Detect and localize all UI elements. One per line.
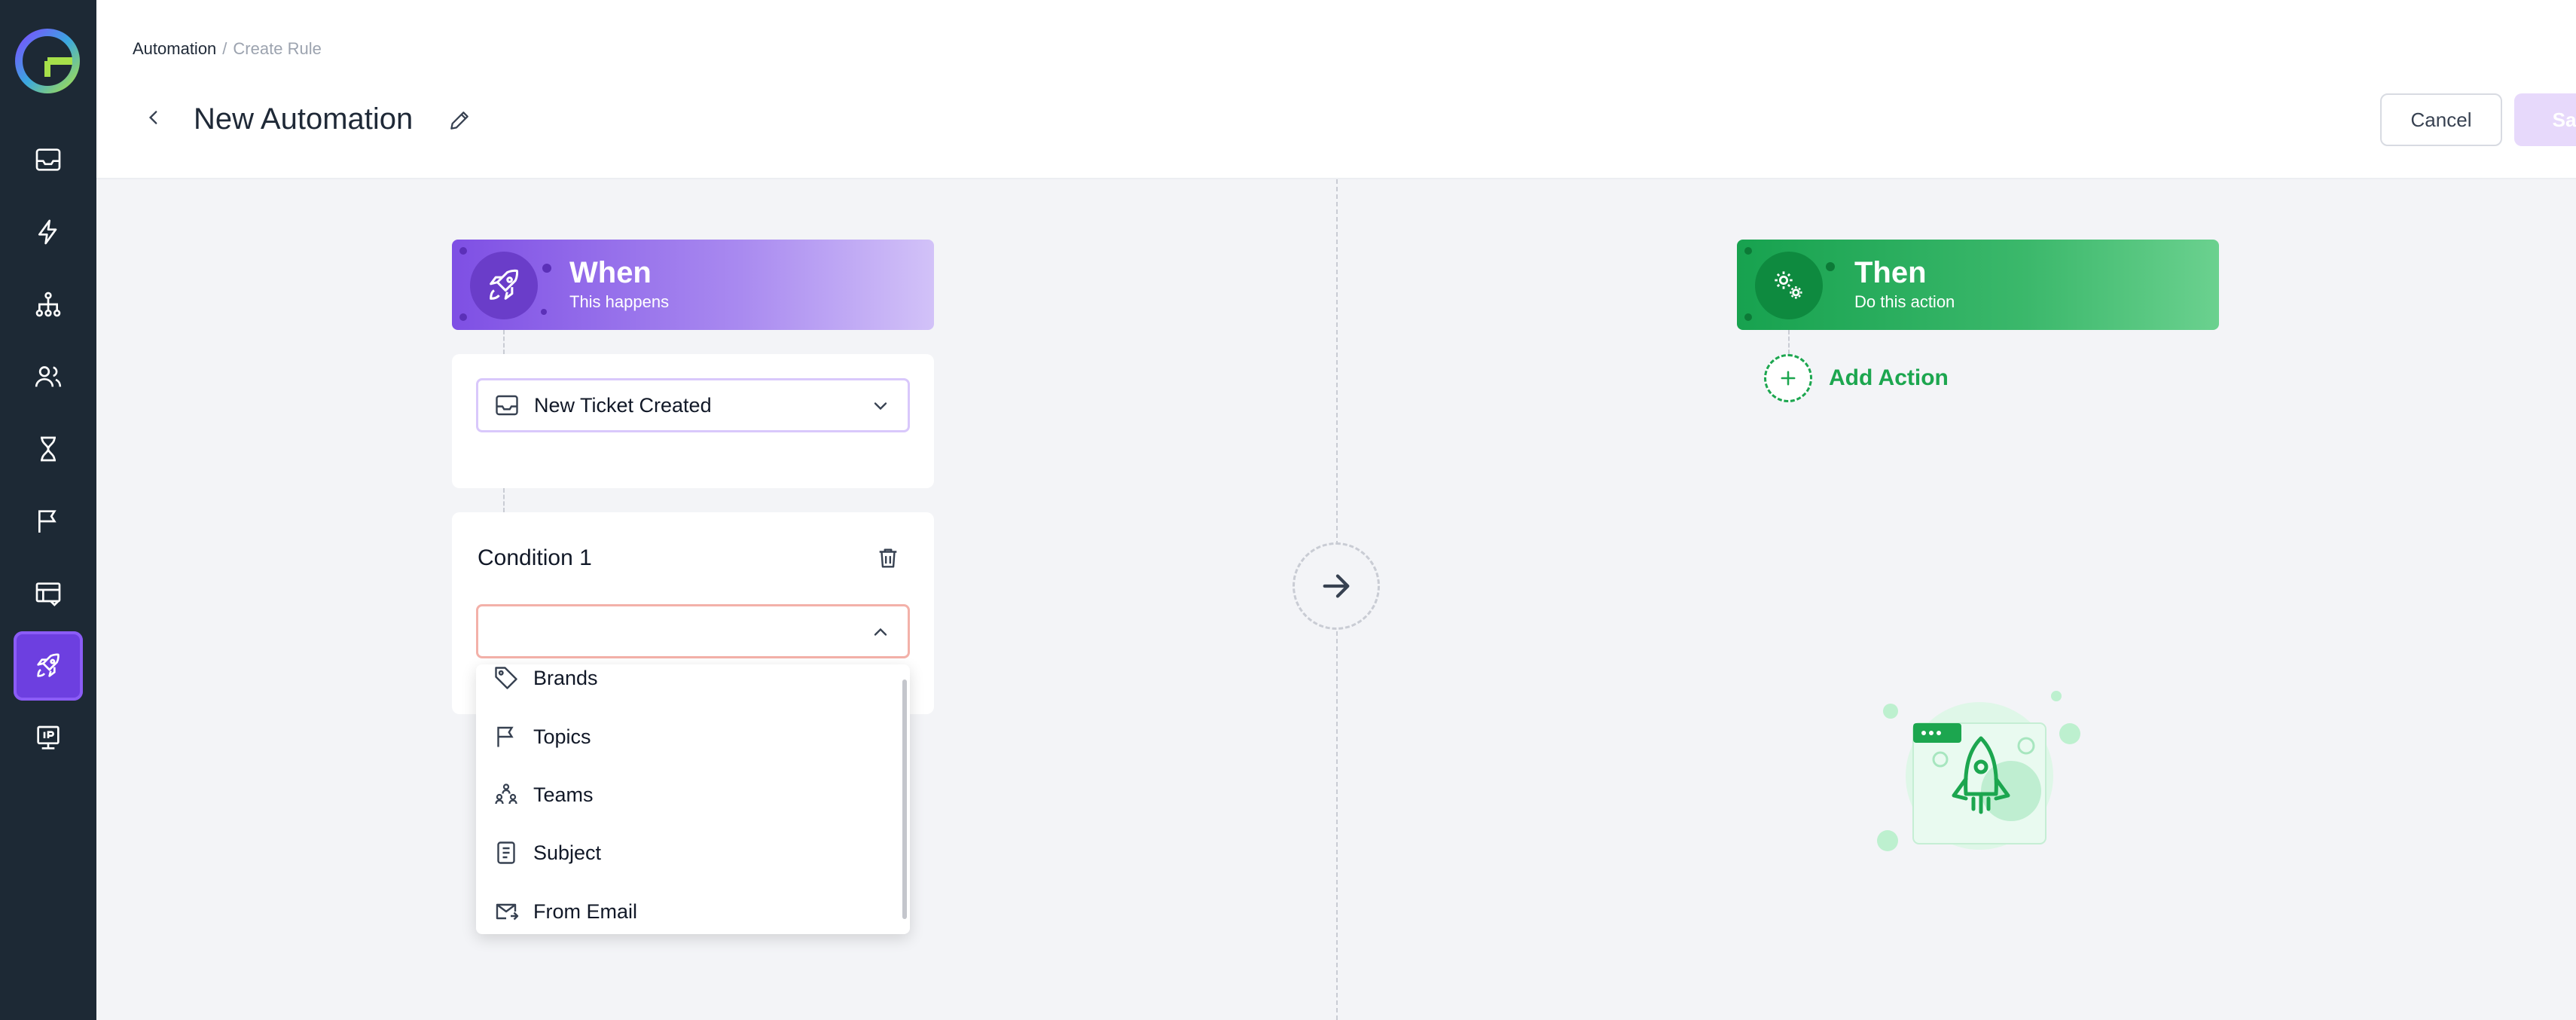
decor-dot (541, 309, 547, 315)
when-rocket-badge (470, 252, 538, 319)
when-subtitle: This happens (569, 292, 670, 311)
app-logo[interactable] (15, 29, 80, 93)
decor-dot (1826, 262, 1835, 271)
rocket-illustration (1877, 691, 2080, 851)
sidebar-item-topics[interactable] (14, 487, 83, 556)
hierarchy-icon (35, 292, 61, 317)
arrow-right-icon (1323, 574, 1350, 598)
when-title: When (569, 256, 652, 289)
rocket-icon (37, 653, 60, 677)
sidebar-item-automation-rules[interactable] (14, 631, 83, 701)
tag-icon (495, 667, 517, 689)
breadcrumb-separator: / (222, 39, 227, 58)
edit-title-button[interactable] (443, 104, 476, 137)
dropdown-option-label: Teams (533, 783, 594, 806)
flag-icon (38, 510, 56, 533)
rocket-icon (490, 269, 519, 300)
page-title: New Automation (194, 102, 414, 136)
sidebar-item-users[interactable] (14, 342, 83, 411)
save-button[interactable]: Save (2514, 93, 2576, 146)
sidebar (0, 0, 96, 1020)
dropdown-option-label: Topics (533, 725, 591, 748)
flow-arrow (1293, 542, 1380, 630)
lightning-icon (38, 219, 57, 245)
dropdown-option-subject[interactable]: Subject (476, 824, 898, 881)
hourglass-icon (41, 436, 56, 462)
gears-icon (1775, 271, 1802, 299)
then-header: Then Do this action (1737, 240, 2219, 330)
chevron-down-icon (874, 402, 887, 411)
then-subtitle: Do this action (1854, 292, 1955, 311)
sidebar-item-inbox[interactable] (14, 125, 83, 194)
email-forward-icon (496, 903, 519, 921)
dropdown-option-topics[interactable]: Topics (476, 708, 898, 765)
add-action-button[interactable]: Add Action (1764, 354, 1949, 402)
pencil-icon (450, 111, 469, 130)
subject-icon (497, 841, 515, 864)
breadcrumb: Automation / Create Rule (133, 39, 322, 59)
decor-dot (459, 313, 467, 321)
then-title: Then (1854, 256, 1927, 289)
chevron-up-icon (874, 628, 887, 636)
cancel-button[interactable]: Cancel (2380, 93, 2502, 146)
decor-dot (1744, 313, 1752, 321)
inbox-icon (496, 395, 518, 416)
trigger-select[interactable]: New Ticket Created (476, 378, 910, 432)
sidebar-item-ip-whitelist[interactable] (14, 704, 83, 773)
connector-line (503, 488, 505, 512)
breadcrumb-current: Create Rule (233, 39, 322, 58)
dropdown-option-label: Subject (533, 841, 602, 864)
decor-dot (459, 247, 467, 255)
dropdown-option-label: From Email (533, 899, 638, 923)
then-gears-badge (1755, 252, 1823, 319)
decor-dot (542, 264, 551, 273)
add-action-label: Add Action (1829, 365, 1949, 390)
breadcrumb-root[interactable]: Automation (133, 39, 216, 59)
inbox-icon (35, 148, 61, 171)
dropdown-option-brands[interactable]: Brands (476, 664, 898, 707)
flag-icon (497, 726, 514, 747)
connector-line (1788, 330, 1790, 354)
users-icon (35, 366, 62, 387)
sidebar-item-automations[interactable] (14, 197, 83, 267)
sidebar-item-reports[interactable] (14, 559, 83, 628)
chevron-left-icon (148, 111, 157, 124)
when-header: When This happens (452, 240, 934, 330)
plus-icon (1781, 371, 1796, 386)
trigger-value: New Ticket Created (534, 393, 712, 417)
decor-dot (1744, 247, 1752, 255)
dropdown-option-label: Brands (533, 666, 598, 689)
ip-monitor-icon (37, 725, 60, 750)
condition-title: Condition 1 (478, 545, 592, 570)
sidebar-item-workflows[interactable] (14, 270, 83, 339)
dropdown-option-from-email[interactable]: From Email (476, 883, 898, 934)
condition-dropdown[interactable]: Brands Topics Teams Subject From Email (476, 664, 910, 934)
dropdown-scrollbar[interactable] (902, 679, 907, 919)
trash-icon[interactable] (875, 545, 901, 571)
connector-line (503, 330, 505, 354)
sidebar-item-sla[interactable] (14, 414, 83, 484)
table-arrow-icon (35, 582, 61, 606)
condition-select[interactable] (476, 604, 910, 658)
trigger-card: New Ticket Created (452, 354, 934, 488)
page-header: Automation / Create Rule New Automation … (96, 0, 2576, 179)
plus-circle (1764, 354, 1812, 402)
dropdown-option-teams[interactable]: Teams (476, 766, 898, 823)
teams-icon (495, 783, 517, 805)
back-button[interactable] (139, 102, 169, 133)
